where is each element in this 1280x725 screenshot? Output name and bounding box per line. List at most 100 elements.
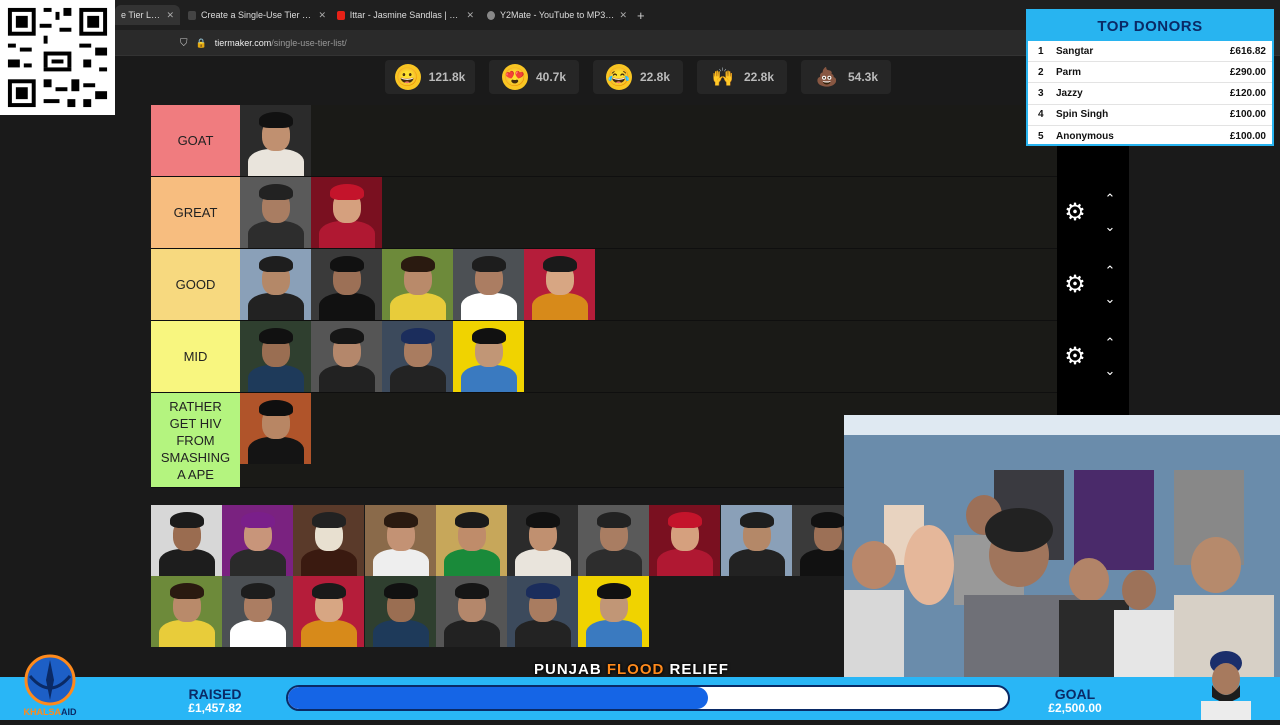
portrait-hair [668, 512, 703, 528]
portrait-hair [454, 583, 489, 599]
chevron-down-icon[interactable]: ⌄ [1102, 364, 1118, 377]
chevron-up-icon[interactable]: ⌃ [1102, 192, 1118, 205]
tier-card[interactable] [435, 576, 507, 647]
close-icon[interactable]: ✕ [166, 10, 174, 21]
gear-icon[interactable]: ⚙ [1062, 272, 1088, 298]
tier-card[interactable] [578, 505, 650, 576]
chevron-up-icon[interactable]: ⌃ [1102, 336, 1118, 349]
donor-row: 1 Sangtar £616.82 [1028, 41, 1272, 63]
tier-card[interactable] [435, 505, 507, 576]
raised-block: RAISED £1,457.82 [170, 687, 260, 715]
portrait-hair [259, 184, 293, 200]
portrait-body [372, 620, 429, 647]
portrait-body [301, 549, 358, 576]
tier-card[interactable] [382, 321, 453, 392]
tab-youtube-ittar[interactable]: Ittar - Jasmine Sandlas | BPraak ✕ [337, 5, 474, 25]
chevron-down-icon[interactable]: ⌄ [1102, 220, 1118, 233]
tier-row-good: GOOD [151, 249, 1057, 321]
tier-items [240, 249, 595, 320]
y2mate-favicon-icon [487, 10, 495, 20]
portrait-hair [330, 256, 364, 272]
tab-y2mate[interactable]: Y2Mate - YouTube to MP3 Conv ✕ [487, 5, 627, 25]
tier-card[interactable] [382, 249, 453, 320]
portrait-hair [472, 256, 506, 272]
tier-card[interactable] [364, 505, 436, 576]
tier-card[interactable] [364, 576, 436, 647]
reaction-button[interactable]: 😀 121.8k [385, 60, 475, 94]
tier-card[interactable] [311, 177, 382, 248]
tier-card[interactable] [240, 321, 311, 392]
tier-card[interactable] [507, 576, 578, 647]
new-tab-button[interactable]: + [637, 5, 651, 25]
tier-card[interactable] [151, 505, 222, 576]
portrait-body [319, 293, 375, 320]
tier-label[interactable]: GREAT [151, 177, 240, 248]
portrait-body [319, 221, 375, 248]
portrait-body [248, 437, 304, 464]
url-field[interactable]: ⛉ 🔒 tiermaker.com/single-use-tier-list/ [180, 34, 1080, 52]
tier-card[interactable] [453, 249, 524, 320]
reaction-button[interactable]: 🙌 22.8k [697, 60, 787, 94]
gear-icon[interactable]: ⚙ [1062, 344, 1088, 370]
url-host: tiermaker.com [214, 38, 272, 48]
portrait-body [532, 293, 588, 320]
gear-icon[interactable]: ⚙ [1062, 200, 1088, 226]
tier-card[interactable] [649, 505, 721, 576]
tier-card[interactable] [222, 505, 294, 576]
goal-label: GOAL [1054, 686, 1096, 702]
tab-create-tier-list[interactable]: Create a Single-Use Tier List (P ✕ [188, 5, 326, 25]
banner-title-post: RELIEF [664, 661, 729, 678]
lock-icon[interactable]: 🔒 [196, 38, 207, 49]
portrait-hair [526, 583, 560, 599]
donor-row: 4 Spin Singh £100.00 [1028, 105, 1272, 126]
tier-card[interactable] [240, 393, 311, 464]
portrait-hair [739, 512, 774, 528]
tier-card[interactable] [507, 505, 578, 576]
portrait-hair [259, 256, 293, 272]
donor-rank: 3 [1038, 87, 1044, 99]
goal-amount: £2,500.00 [1048, 701, 1102, 715]
portrait-body [461, 293, 517, 320]
logo-text-aid: AID [61, 707, 77, 717]
shield-icon[interactable]: ⛉ [180, 38, 188, 49]
portrait-body [728, 549, 785, 576]
tier-card[interactable] [151, 576, 222, 647]
tier-label[interactable]: GOOD [151, 249, 240, 320]
reaction-button[interactable]: 😂 22.8k [593, 60, 683, 94]
banner-title-pre: PUNJAB [534, 661, 607, 678]
tier-card[interactable] [578, 576, 650, 647]
tier-card[interactable] [524, 249, 595, 320]
portrait-body [319, 365, 375, 392]
tier-label[interactable]: GOAT [151, 105, 240, 176]
portrait-body [586, 549, 643, 576]
portrait-hair [472, 328, 506, 344]
chevron-down-icon[interactable]: ⌄ [1102, 292, 1118, 305]
tier-card[interactable] [311, 321, 382, 392]
tier-card[interactable] [222, 576, 294, 647]
tab-tier-list[interactable]: e Tier List (P ✕ [115, 5, 180, 25]
reaction-button[interactable]: 😍 40.7k [489, 60, 579, 94]
tier-card[interactable] [720, 505, 792, 576]
chevron-up-icon[interactable]: ⌃ [1102, 264, 1118, 277]
donor-rank: 5 [1038, 130, 1044, 142]
close-icon[interactable]: ✕ [318, 10, 326, 21]
donor-amount: £290.00 [1229, 66, 1266, 78]
poop-emoji-icon: 💩 [815, 66, 839, 87]
reaction-button[interactable]: 💩 54.3k [801, 60, 891, 94]
tier-card[interactable] [240, 249, 311, 320]
tier-card[interactable] [311, 249, 382, 320]
tier-card[interactable] [240, 177, 311, 248]
close-icon[interactable]: ✕ [619, 10, 627, 21]
portrait-hair [597, 583, 632, 599]
tier-card[interactable] [293, 576, 365, 647]
tier-card[interactable] [293, 505, 365, 576]
tier-label[interactable]: RATHER GET HIV FROM SMASHING A APE [151, 393, 240, 487]
tier-card[interactable] [240, 105, 311, 176]
close-icon[interactable]: ✕ [466, 10, 474, 21]
portrait-body [515, 549, 571, 576]
raised-label: RAISED [188, 686, 242, 702]
grin-emoji-icon: 😀 [394, 64, 421, 90]
tier-label[interactable]: MID [151, 321, 240, 392]
tier-card[interactable] [453, 321, 524, 392]
portrait-body [657, 549, 714, 576]
